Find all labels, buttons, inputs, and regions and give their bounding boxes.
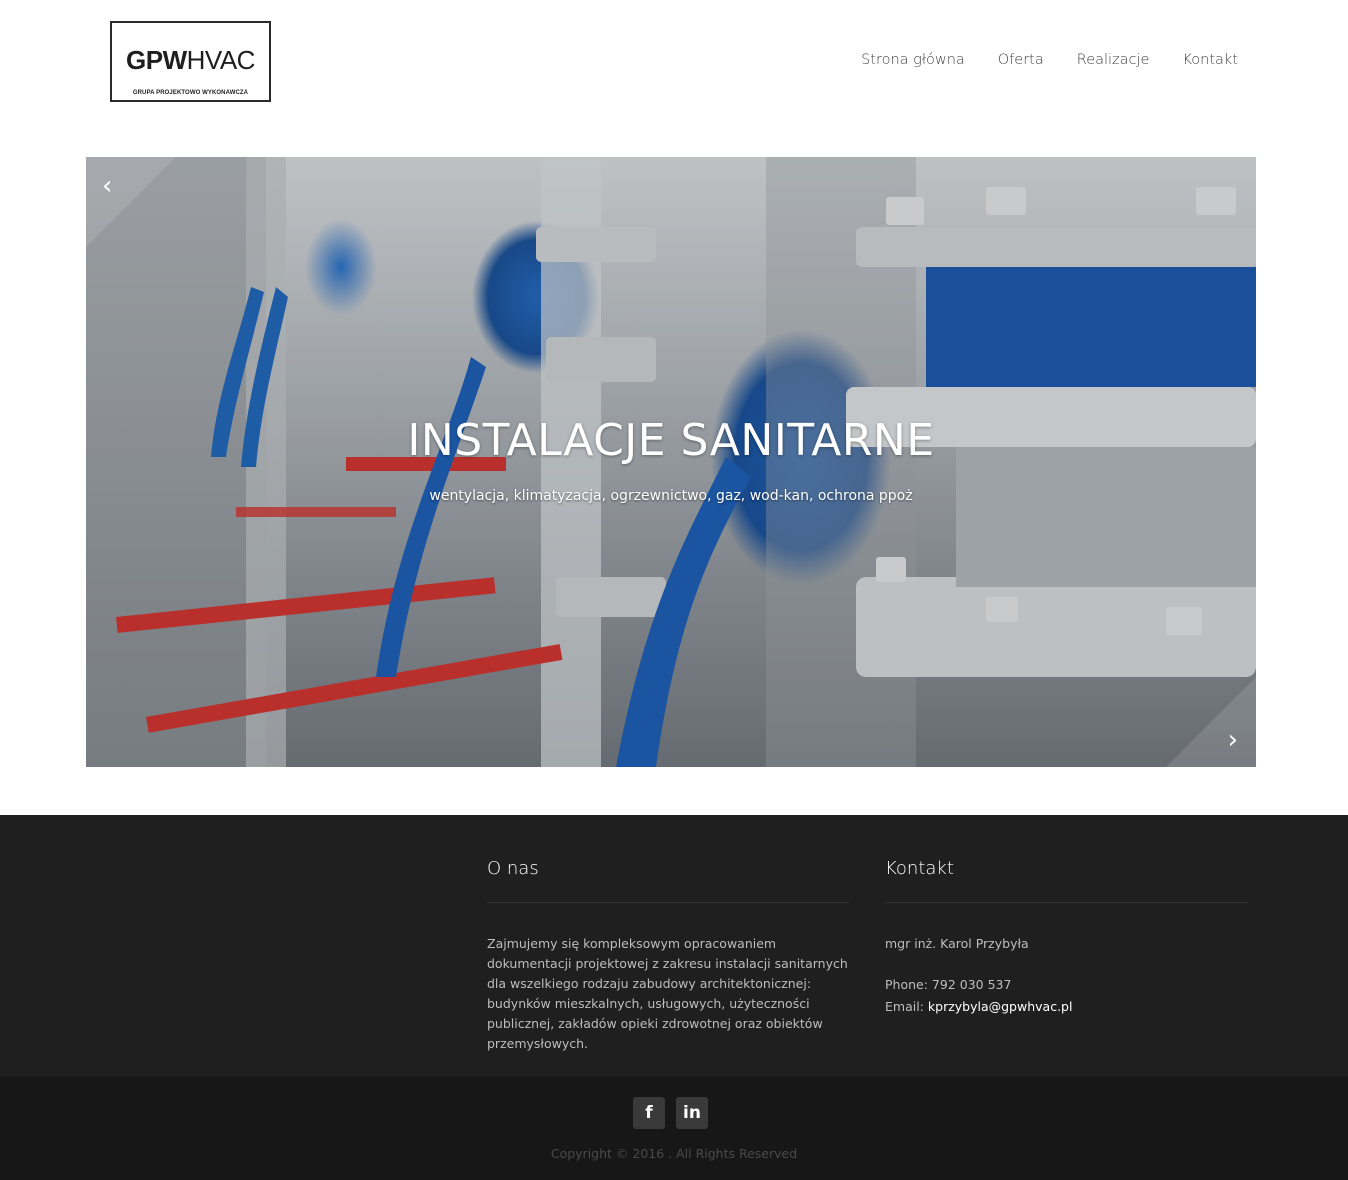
email-link[interactable]: kprzybyla@gpwhvac.pl [928,999,1073,1014]
chevron-right-icon[interactable]: › [1228,727,1238,753]
footer-contact-heading: Kontakt [885,858,954,879]
nav-item-home[interactable]: Strona główna [861,52,965,68]
email-label: Email: [885,999,924,1014]
divider [885,902,1248,903]
slider-prev-button[interactable] [86,157,176,247]
main-nav: Strona główna Oferta Realizacje Kontakt [828,52,1238,68]
logo[interactable]: GPWHVAC GRUPA PROJEKTOWO WYKONAWCZA [110,21,271,102]
facebook-icon[interactable]: f [633,1097,665,1129]
footer-about-heading: O nas [487,858,539,879]
site-header: GPWHVAC GRUPA PROJEKTOWO WYKONAWCZA Stro… [0,0,1348,157]
logo-subtitle: GRUPA PROJEKTOWO WYKONAWCZA [132,90,249,96]
logo-title-bold: GPW [126,45,187,75]
contact-email: Email: kprzybyla@gpwhvac.pl [885,997,1248,1017]
copyright: Copyright © 2016 . All Rights Reserved [550,1146,798,1161]
nav-item-projects[interactable]: Realizacje [1077,52,1150,68]
nav-item-contact[interactable]: Kontakt [1182,52,1238,68]
footer: O nas Zajmujemy się kompleksowym opracow… [0,815,1348,1077]
contact-name: mgr inż. Karol Przybyła [885,936,1029,951]
nav-item-offer[interactable]: Oferta [998,52,1044,68]
slide-subtitle: wentylacja, klimatyzacja, ogrzewnictwo, … [429,488,913,504]
phone-value: 792 030 537 [931,977,1012,992]
slide-title: INSTALACJE SANITARNE [407,415,935,466]
logo-title: GPWHVAC [112,45,269,76]
social-links: f in [633,1097,708,1129]
chevron-left-icon[interactable]: ‹ [102,173,112,199]
phone-label: Phone: [885,977,928,992]
hero-slider: ‹ › INSTALACJE SANITARNE wentylacja, kli… [86,157,1256,767]
footer-bottom: f in Copyright © 2016 . All Rights Reser… [0,1077,1348,1180]
footer-about-text: Zajmujemy się kompleksowym opracowaniem … [487,936,848,1051]
contact-phone: Phone: 792 030 537 [885,975,1248,995]
logo-title-light: HVAC [186,45,256,75]
linkedin-icon[interactable]: in [676,1097,708,1129]
slider-next-button[interactable] [1166,677,1256,767]
divider [487,902,849,903]
